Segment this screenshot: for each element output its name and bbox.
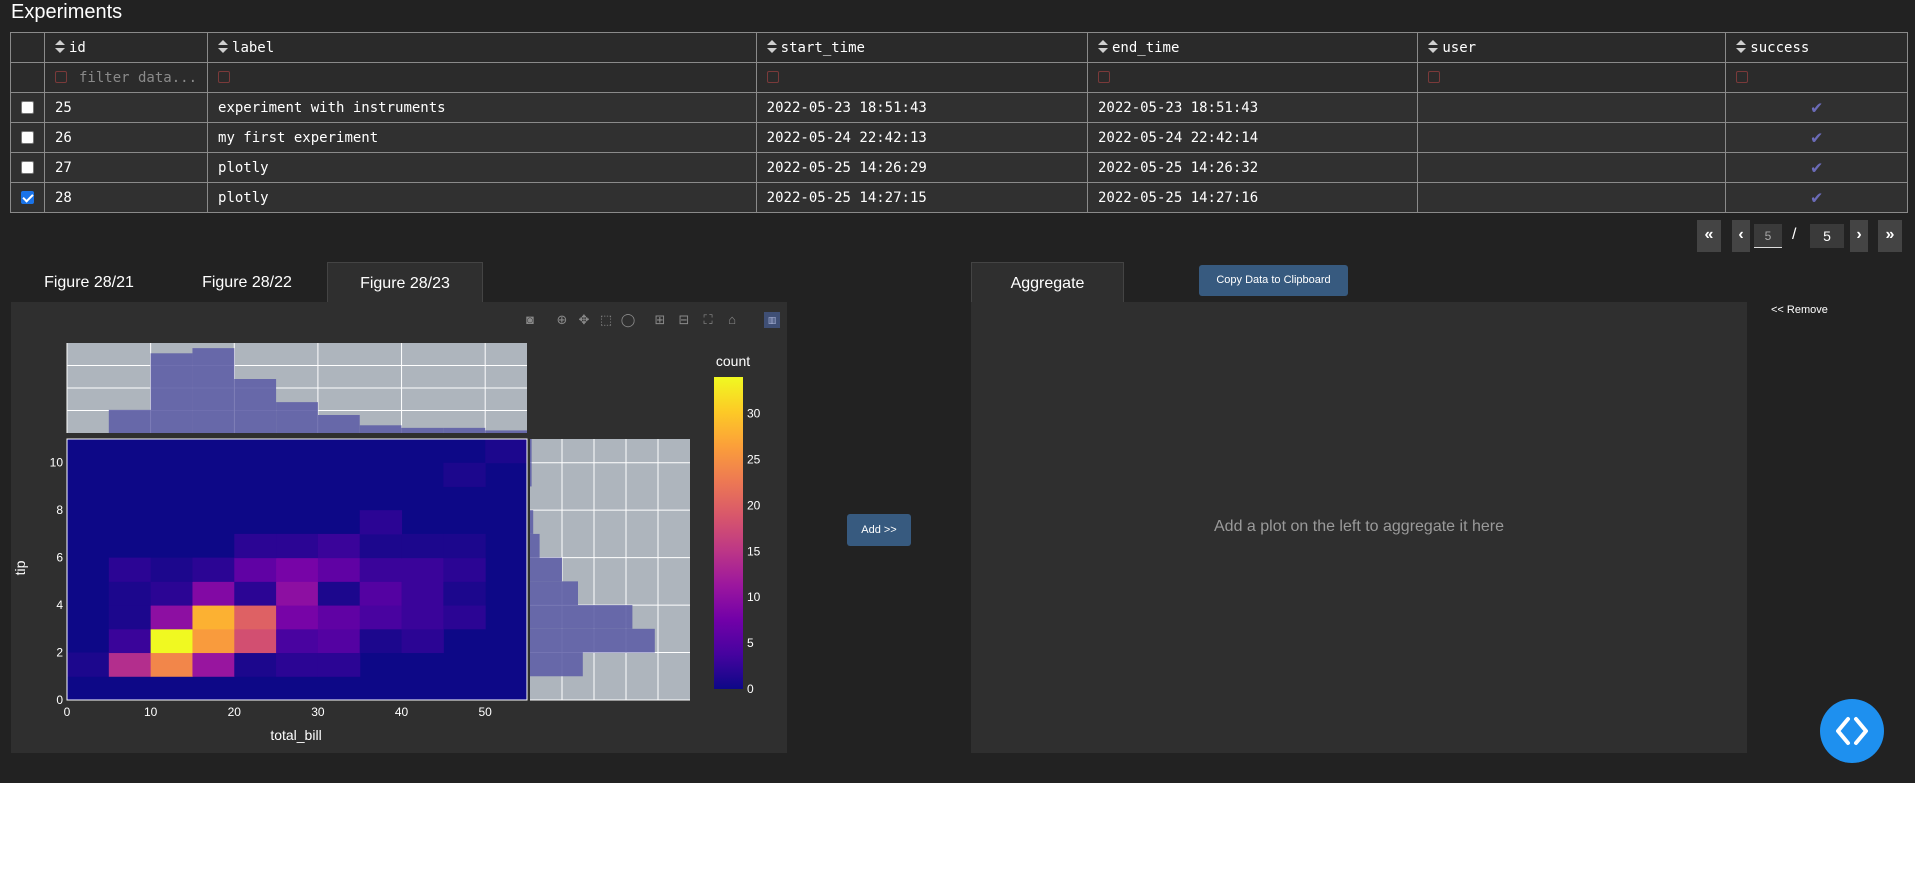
column-header-success[interactable]: success [1725, 32, 1908, 63]
cell-start-time[interactable]: 2022-05-25 14:26:29 [755, 152, 1088, 183]
filter-input-start-time[interactable] [755, 62, 1088, 93]
remove-button[interactable]: << Remove [1771, 304, 1828, 316]
column-header-label[interactable]: label [207, 32, 757, 63]
camera-icon[interactable]: ◙ [522, 312, 538, 328]
column-header-id[interactable]: id [43, 32, 209, 63]
cell-start-time[interactable]: 2022-05-24 22:42:13 [755, 122, 1088, 153]
filter-row: filter data... [10, 62, 1908, 93]
sort-icon[interactable] [218, 39, 229, 54]
plotly-logo-icon[interactable]: ▥ [764, 312, 780, 328]
copy-data-button[interactable]: Copy Data to Clipboard [1199, 265, 1348, 296]
cell-user[interactable] [1417, 152, 1727, 183]
row-select-cell [10, 182, 45, 213]
check-icon: ✔ [1811, 157, 1823, 178]
cell-success[interactable]: ✔ [1725, 182, 1908, 213]
box-select-icon[interactable]: ⬚ [598, 312, 614, 328]
cell-label[interactable]: plotly [207, 152, 757, 183]
table-header-row: id label start_time end_time user succes… [10, 32, 1908, 63]
cell-success[interactable]: ✔ [1725, 122, 1908, 153]
cell-label[interactable]: plotly [207, 182, 757, 213]
cell-end-time[interactable]: 2022-05-25 14:27:16 [1086, 182, 1419, 213]
zoom-icon[interactable]: ⊕ [554, 312, 570, 328]
tab-figure-28-21[interactable]: Figure 28/21 [11, 262, 167, 302]
case-toggle-icon[interactable] [1736, 70, 1749, 83]
sort-icon[interactable] [1428, 39, 1439, 54]
row-select-cell [10, 92, 45, 123]
autoscale-icon[interactable]: ⛶ [700, 312, 716, 328]
cell-id[interactable]: 27 [43, 152, 209, 183]
cell-id[interactable]: 28 [43, 182, 209, 213]
row-checkbox[interactable] [21, 191, 34, 204]
filter-input-end-time[interactable] [1086, 62, 1419, 93]
cell-user[interactable] [1417, 122, 1727, 153]
cell-start-time[interactable]: 2022-05-23 18:51:43 [755, 92, 1088, 123]
row-checkbox[interactable] [21, 101, 34, 114]
cell-start-time[interactable]: 2022-05-25 14:27:15 [755, 182, 1088, 213]
sort-icon[interactable] [766, 39, 777, 54]
next-page-button[interactable]: › [1850, 220, 1868, 252]
cell-user[interactable] [1417, 182, 1727, 213]
filter-input-success[interactable] [1725, 62, 1908, 93]
filter-input-user[interactable] [1417, 62, 1727, 93]
check-icon: ✔ [1811, 127, 1823, 148]
select-column-header [10, 32, 45, 63]
code-toggle-button[interactable] [1820, 699, 1884, 763]
filter-cell [10, 62, 45, 93]
tab-figure-28-23[interactable]: Figure 28/23 [327, 262, 483, 302]
case-toggle-icon[interactable] [218, 70, 231, 83]
cell-id[interactable]: 26 [43, 122, 209, 153]
filter-input-label[interactable] [207, 62, 757, 93]
code-icon [1836, 717, 1868, 745]
row-select-cell [10, 122, 45, 153]
app-window: Experiments id label start_time end_time… [0, 0, 1915, 783]
sort-icon[interactable] [55, 39, 65, 54]
zoom-in-icon[interactable]: ⊞ [652, 312, 668, 328]
cell-end-time[interactable]: 2022-05-25 14:26:32 [1086, 152, 1419, 183]
column-header-start-time[interactable]: start_time [755, 32, 1088, 63]
total-pages: 5 [1810, 224, 1844, 248]
table-row[interactable]: 28 plotly 2022-05-25 14:27:15 2022-05-25… [10, 182, 1908, 213]
filter-input-id[interactable]: filter data... [43, 62, 209, 93]
table-row[interactable]: 25 experiment with instruments 2022-05-2… [10, 92, 1908, 123]
zoom-out-icon[interactable]: ⊟ [676, 312, 692, 328]
cell-success[interactable]: ✔ [1725, 92, 1908, 123]
row-select-cell [10, 152, 45, 183]
cell-success[interactable]: ✔ [1725, 152, 1908, 183]
last-page-button[interactable]: » [1878, 220, 1902, 252]
experiments-table: id label start_time end_time user succes… [10, 32, 1908, 213]
row-checkbox[interactable] [21, 161, 34, 174]
cell-label[interactable]: my first experiment [207, 122, 757, 153]
check-icon: ✔ [1811, 187, 1823, 208]
table-row[interactable]: 27 plotly 2022-05-25 14:26:29 2022-05-25… [10, 152, 1908, 183]
lasso-icon[interactable]: ◯ [620, 312, 636, 328]
check-icon: ✔ [1811, 97, 1823, 118]
sort-icon[interactable] [1736, 39, 1747, 54]
current-page-input[interactable]: 5 [1754, 224, 1782, 248]
first-page-button[interactable]: « [1697, 220, 1721, 252]
pan-icon[interactable]: ✥ [576, 312, 592, 328]
cell-end-time[interactable]: 2022-05-23 18:51:43 [1086, 92, 1419, 123]
cell-label[interactable]: experiment with instruments [207, 92, 757, 123]
aggregate-empty-message: Add a plot on the left to aggregate it h… [1214, 518, 1504, 535]
page-separator: / [1792, 226, 1797, 243]
case-toggle-icon[interactable] [55, 70, 67, 83]
page-title: Experiments [11, 1, 123, 23]
case-toggle-icon[interactable] [766, 70, 779, 83]
reset-axes-icon[interactable]: ⌂ [724, 312, 740, 328]
tab-figure-28-22[interactable]: Figure 28/22 [167, 262, 327, 302]
sort-icon[interactable] [1097, 39, 1108, 54]
add-button[interactable]: Add >> [847, 514, 911, 546]
previous-page-button[interactable]: ‹ [1732, 220, 1750, 252]
case-toggle-icon[interactable] [1097, 70, 1110, 83]
tab-aggregate[interactable]: Aggregate [971, 262, 1124, 302]
row-checkbox[interactable] [21, 131, 34, 144]
column-header-user[interactable]: user [1417, 32, 1727, 63]
cell-end-time[interactable]: 2022-05-24 22:42:14 [1086, 122, 1419, 153]
cell-user[interactable] [1417, 92, 1727, 123]
cell-id[interactable]: 25 [43, 92, 209, 123]
figure-panel [11, 302, 787, 753]
table-row[interactable]: 26 my first experiment 2022-05-24 22:42:… [10, 122, 1908, 153]
case-toggle-icon[interactable] [1428, 70, 1441, 83]
column-header-end-time[interactable]: end_time [1086, 32, 1419, 63]
